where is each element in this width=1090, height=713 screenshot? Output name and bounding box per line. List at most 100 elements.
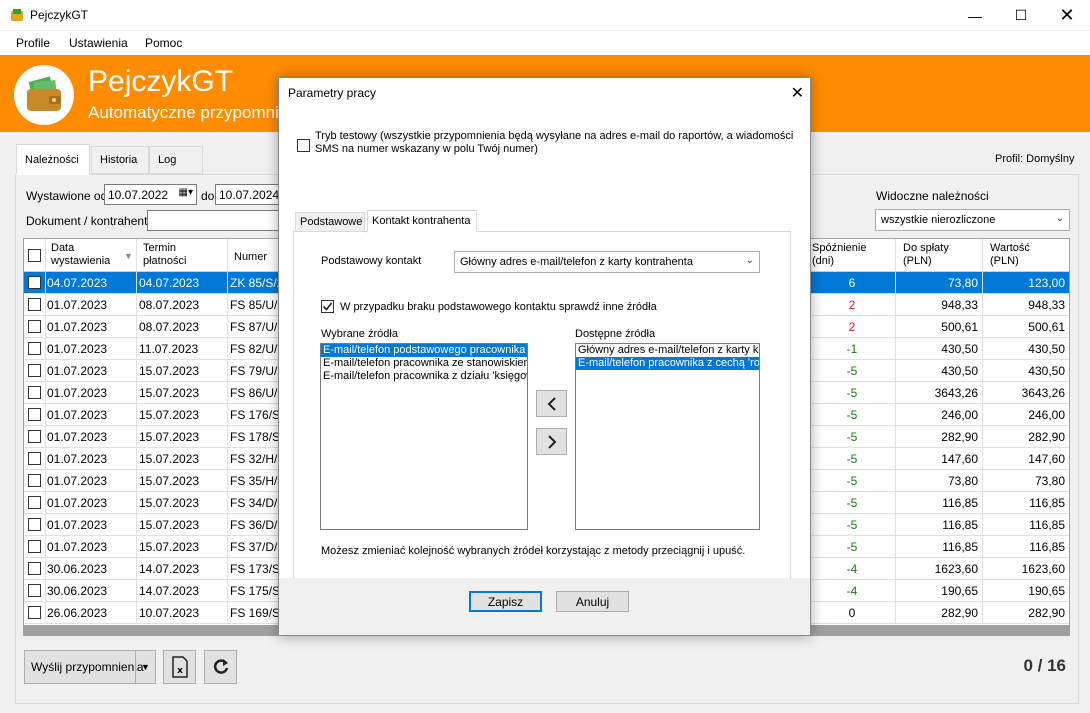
cell-delay: -5 bbox=[846, 496, 858, 510]
send-reminders-button[interactable]: Wyślij przypomnienia ▼ bbox=[24, 650, 156, 684]
cell-delay: -5 bbox=[846, 430, 858, 444]
excel-export-button[interactable]: x bbox=[163, 650, 196, 684]
menu-help[interactable]: Pomoc bbox=[145, 36, 182, 50]
profile-label: Profil: Domyślny bbox=[995, 153, 1075, 165]
dropdown-arrow-icon[interactable]: ▼ bbox=[135, 651, 155, 683]
tab-history[interactable]: Historia bbox=[91, 146, 149, 174]
to-label: do bbox=[201, 189, 215, 203]
row-checkbox[interactable] bbox=[28, 408, 41, 421]
cell-delay: 6 bbox=[848, 276, 856, 290]
cell-number: FS 37/D/2 bbox=[230, 540, 285, 554]
cell-to-pay: 1623,60 bbox=[934, 562, 978, 576]
cell-number: FS 173/S/ bbox=[230, 562, 284, 576]
row-checkbox[interactable] bbox=[28, 342, 41, 355]
row-checkbox[interactable] bbox=[28, 518, 41, 531]
cell-number: FS 176/S/ bbox=[230, 408, 284, 422]
row-checkbox[interactable] bbox=[28, 364, 41, 377]
col-to-pay[interactable]: Do spłaty (PLN) bbox=[903, 242, 949, 268]
cell-number: FS 36/D/2 bbox=[230, 518, 285, 532]
cell-to-pay: 282,90 bbox=[941, 430, 978, 444]
tab-receivables[interactable]: Należności bbox=[16, 144, 90, 175]
refresh-icon bbox=[213, 659, 228, 674]
row-checkbox[interactable] bbox=[28, 386, 41, 399]
row-checkbox[interactable] bbox=[28, 606, 41, 619]
available-source-item[interactable]: Główny adres e-mail/telefon z karty ko bbox=[576, 344, 759, 357]
issued-from-date[interactable]: 10.07.2022 ▦▾ bbox=[104, 184, 197, 205]
cell-date: 01.07.2023 bbox=[47, 452, 108, 466]
row-checkbox[interactable] bbox=[28, 562, 41, 575]
cell-to-pay: 190,65 bbox=[941, 584, 978, 598]
col-due[interactable]: Termin płatności bbox=[143, 242, 186, 268]
row-checkbox[interactable] bbox=[28, 452, 41, 465]
row-checkbox[interactable] bbox=[28, 276, 41, 289]
cell-date: 30.06.2023 bbox=[47, 584, 108, 598]
refresh-button[interactable] bbox=[204, 650, 237, 684]
cell-to-pay: 500,61 bbox=[941, 320, 978, 334]
cell-date: 01.07.2023 bbox=[47, 386, 108, 400]
cell-value: 116,85 bbox=[1029, 518, 1065, 532]
cell-due: 08.07.2023 bbox=[139, 320, 200, 334]
cell-number: FS 79/U/2 bbox=[230, 364, 285, 378]
col-date[interactable]: Data wystawienia bbox=[51, 242, 110, 268]
col-value[interactable]: Wartość (PLN) bbox=[990, 242, 1030, 268]
row-checkbox[interactable] bbox=[28, 474, 41, 487]
row-checkbox[interactable] bbox=[28, 584, 41, 597]
primary-contact-select[interactable]: Główny adres e-mail/telefon z karty kont… bbox=[454, 251, 760, 273]
row-checkbox[interactable] bbox=[28, 320, 41, 333]
tab-log[interactable]: Log bbox=[149, 146, 203, 174]
row-checkbox[interactable] bbox=[28, 540, 41, 553]
col-number[interactable]: Numer bbox=[234, 251, 267, 264]
cell-due: 15.07.2023 bbox=[139, 518, 200, 532]
maximize-icon[interactable]: ☐ bbox=[998, 0, 1044, 31]
selected-source-item[interactable]: E-mail/telefon pracownika ze stanowiskie… bbox=[321, 357, 527, 370]
move-left-button[interactable] bbox=[536, 390, 567, 417]
available-source-item[interactable]: E-mail/telefon pracownika z cechą 'roz bbox=[576, 357, 759, 370]
close-icon[interactable]: ✕ bbox=[1044, 0, 1090, 31]
minimize-icon[interactable]: — bbox=[952, 0, 998, 31]
cell-value: 123,00 bbox=[1028, 276, 1065, 290]
cell-value: 282,90 bbox=[1028, 430, 1065, 444]
dialog-body: Tryb testowy (wszystkie przypomnienia bę… bbox=[279, 108, 810, 635]
cell-date: 01.07.2023 bbox=[47, 298, 108, 312]
calendar-icon[interactable]: ▦▾ bbox=[179, 187, 193, 198]
move-right-button[interactable] bbox=[536, 428, 567, 455]
col-delay[interactable]: Spóźnienie (dni) bbox=[812, 242, 866, 268]
dialog-close-icon[interactable]: ✕ bbox=[791, 83, 804, 103]
cancel-button[interactable]: Anuluj bbox=[556, 591, 629, 612]
cell-value: 116,85 bbox=[1029, 540, 1065, 554]
selected-sources-list[interactable]: E-mail/telefon podstawowego pracownika (… bbox=[320, 343, 528, 530]
cell-delay: -5 bbox=[846, 518, 858, 532]
cell-delay: -5 bbox=[846, 364, 858, 378]
save-button[interactable]: Zapisz bbox=[469, 591, 542, 612]
visible-label: Widoczne należności bbox=[876, 189, 989, 203]
test-mode-checkbox[interactable] bbox=[297, 139, 310, 152]
cell-number: FS 169/S/ bbox=[230, 606, 284, 620]
selected-source-item[interactable]: E-mail/telefon pracownika z działu 'księ… bbox=[321, 370, 527, 383]
row-checkbox[interactable] bbox=[28, 298, 41, 311]
select-all-checkbox[interactable] bbox=[28, 249, 41, 262]
cell-value: 190,65 bbox=[1028, 584, 1065, 598]
doc-label: Dokument / kontrahent bbox=[26, 214, 148, 228]
row-checkbox[interactable] bbox=[28, 496, 41, 509]
doc-search-input[interactable] bbox=[147, 210, 287, 231]
issued-from-label: Wystawione od bbox=[26, 189, 108, 203]
selected-source-item[interactable]: E-mail/telefon podstawowego pracownika ( bbox=[321, 344, 527, 357]
tab-basic[interactable]: Podstawowe bbox=[295, 212, 365, 232]
issued-to-date[interactable]: 10.07.2024 bbox=[215, 184, 285, 205]
cell-due: 15.07.2023 bbox=[139, 408, 200, 422]
cell-to-pay: 116,85 bbox=[942, 540, 978, 554]
wallet-logo-icon bbox=[14, 65, 74, 125]
cell-value: 1623,60 bbox=[1021, 562, 1065, 576]
tab-contact[interactable]: Kontakt kontrahenta bbox=[367, 210, 477, 233]
cell-value: 948,33 bbox=[1028, 298, 1065, 312]
visible-select[interactable]: wszystkie nierozliczone ⌄ bbox=[875, 209, 1070, 231]
row-checkbox[interactable] bbox=[28, 430, 41, 443]
menu-profile[interactable]: Profile bbox=[16, 36, 50, 50]
fallback-checkbox[interactable] bbox=[321, 300, 334, 313]
cell-date: 01.07.2023 bbox=[47, 496, 108, 510]
menu-settings[interactable]: Ustawienia bbox=[69, 36, 128, 50]
cell-to-pay: 282,90 bbox=[941, 606, 978, 620]
available-sources-list[interactable]: Główny adres e-mail/telefon z karty ko E-… bbox=[575, 343, 760, 530]
chevron-right-icon bbox=[547, 434, 556, 449]
cell-value: 246,00 bbox=[1028, 408, 1065, 422]
